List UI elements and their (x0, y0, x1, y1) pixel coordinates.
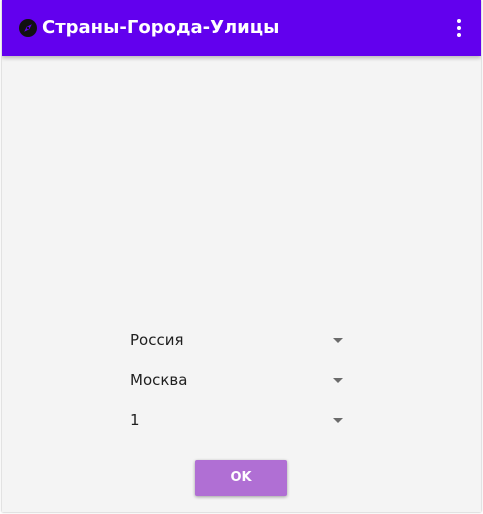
overflow-menu-button[interactable] (447, 14, 471, 42)
ok-button[interactable]: OK (195, 460, 287, 496)
app-window: Страны-Города-Улицы Россия Москва 1 OK (2, 0, 481, 512)
street-spinner-value: 1 (130, 411, 140, 429)
country-spinner[interactable]: Россия (120, 322, 360, 358)
app-title: Страны-Города-Улицы (42, 17, 280, 38)
app-bar: Страны-Города-Улицы (2, 0, 481, 56)
dropdown-arrow-icon (333, 418, 343, 423)
dropdown-arrow-icon (333, 378, 343, 383)
city-spinner-value: Москва (130, 371, 188, 389)
city-spinner[interactable]: Москва (120, 362, 360, 398)
compass-icon (18, 18, 38, 38)
dropdown-arrow-icon (333, 338, 343, 343)
country-spinner-value: Россия (130, 331, 184, 349)
street-spinner[interactable]: 1 (120, 402, 360, 438)
